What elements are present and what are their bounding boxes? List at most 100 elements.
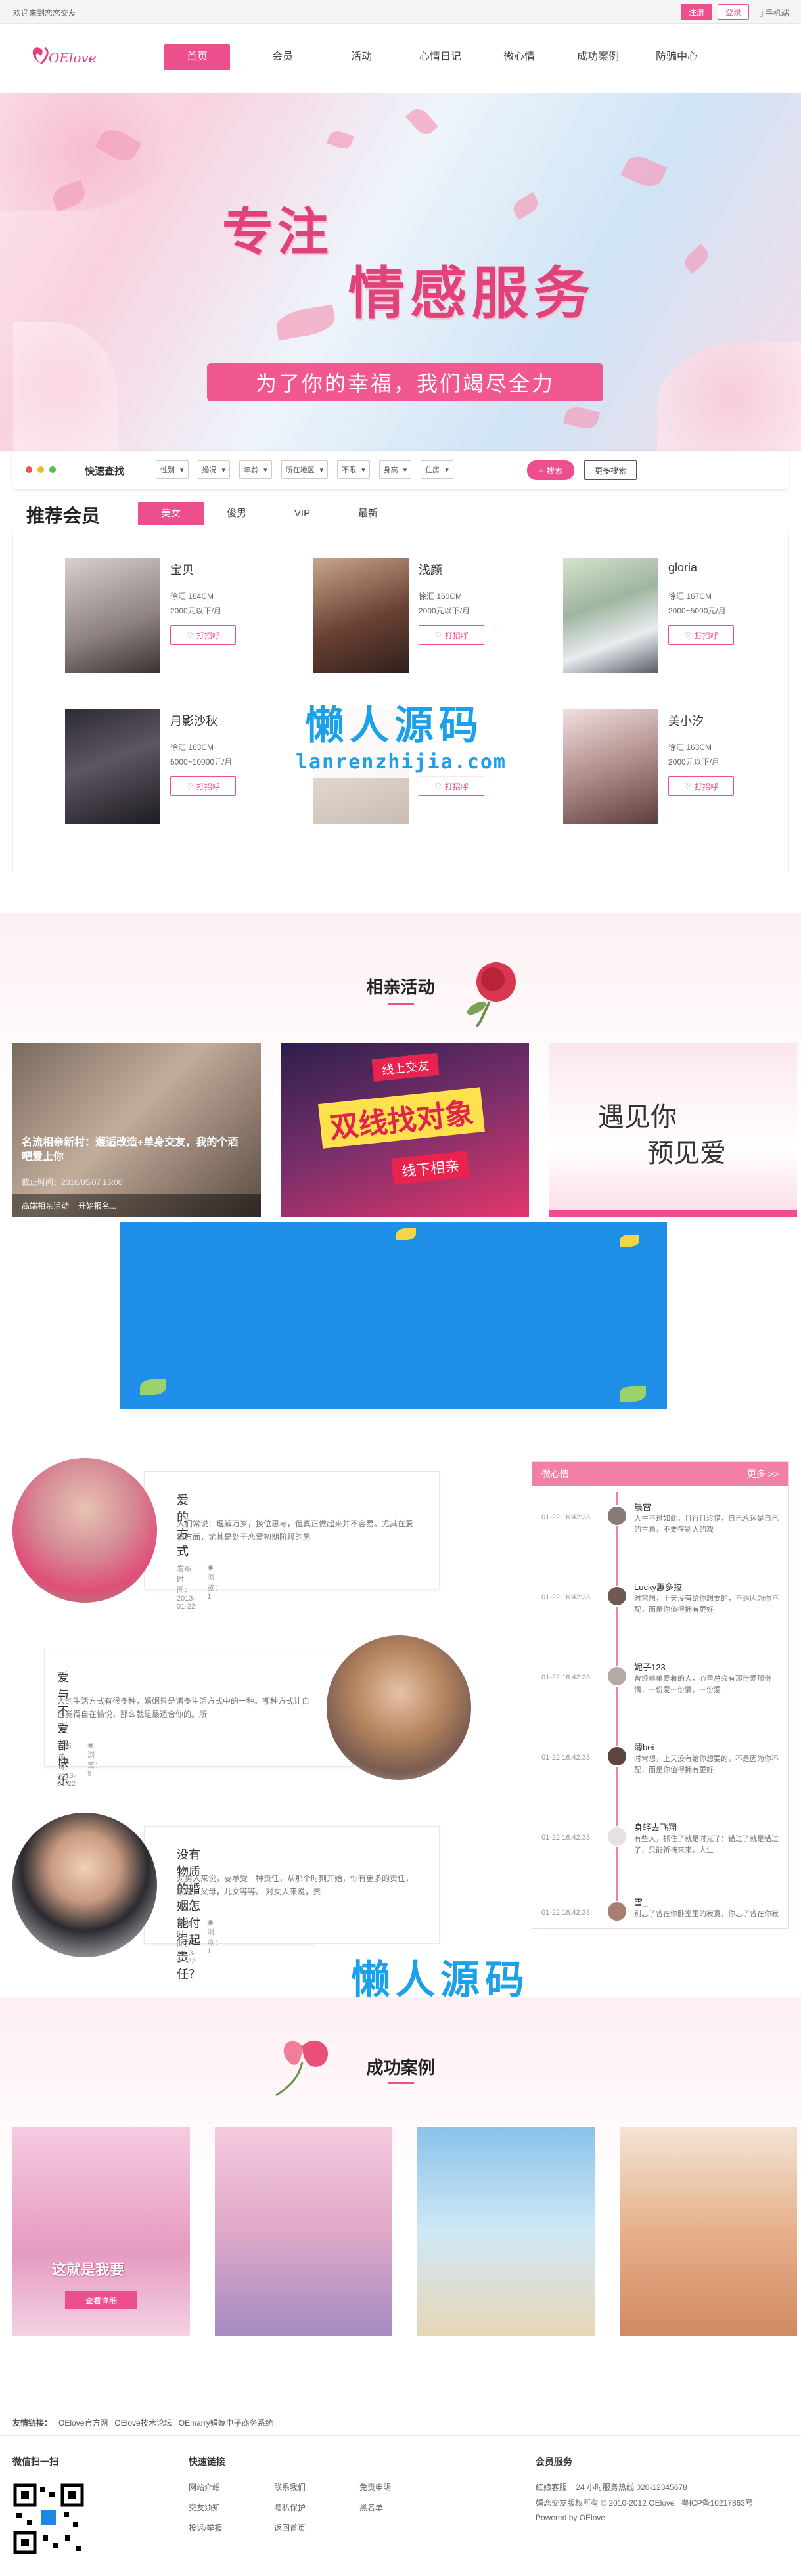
friend-link[interactable]: OElove官方网 xyxy=(58,2417,108,2428)
tab-handsome[interactable]: 俊男 xyxy=(204,502,269,525)
nav-cases[interactable]: 成功案例 xyxy=(559,44,637,70)
eye-icon: ◉ xyxy=(207,1564,214,1572)
activity-cards: 名流相亲新村：邂逅改造+单身交友，我的个酒吧爱上你 截止时间：2018/05/0… xyxy=(12,1043,797,1217)
friend-link[interactable]: OEmarry婚嫁电子商务系统 xyxy=(179,2417,273,2428)
service-hotline: 红娘客服 24 小时服务热线 020-12345678 xyxy=(536,2483,687,2492)
ad-banner[interactable] xyxy=(120,1222,667,1409)
case-card[interactable] xyxy=(417,2127,595,2336)
member-photo[interactable] xyxy=(563,709,658,824)
powered-by: Powered by OElove xyxy=(536,2513,606,2522)
gender-select[interactable]: 性别 ▾ xyxy=(156,460,189,479)
activity-card[interactable]: 线上交友 双线找对象 线下相亲 xyxy=(281,1043,529,1217)
greet-button[interactable]: ♡ 打招呼 xyxy=(668,625,734,645)
member-photo[interactable] xyxy=(313,558,409,673)
story-avatar[interactable] xyxy=(12,1458,157,1603)
housing-select[interactable]: 住房 ▾ xyxy=(421,460,453,479)
mood-avatar xyxy=(606,1505,628,1526)
region-select[interactable]: 所在地区 ▾ xyxy=(281,460,329,479)
friend-links: 友情链接： OElove官方网 OElove技术论坛 OEmarry婚嫁电子商务… xyxy=(12,2417,273,2428)
member-info: 徐汇 164CM 2000元以下/月 xyxy=(170,592,222,615)
member-card: 月影沙秋 徐汇 163CM 5000~10000元/月 ♡ 打招呼 xyxy=(65,709,302,827)
footer-link[interactable]: 交友须知 xyxy=(189,2502,274,2513)
svg-text:OElove: OElove xyxy=(49,50,97,66)
footer-link[interactable]: 隐私保护 xyxy=(274,2502,359,2513)
footer-link[interactable]: 免责申明 xyxy=(359,2481,445,2493)
eye-icon: ◉ xyxy=(207,1919,214,1926)
chevron-down-icon: ▾ xyxy=(445,466,449,474)
nav-mood[interactable]: 微心情 xyxy=(480,44,559,70)
case-card[interactable] xyxy=(215,2127,392,2336)
mood-item[interactable]: 01-22 16:42:33 身轻去飞翔 有些人，抓住了就是时光了；错过了就是错… xyxy=(532,1821,788,1893)
mood-item[interactable]: 01-22 16:42:33 Lucky蕙多拉 时常想，上天没有给你想要的，不是… xyxy=(532,1580,788,1653)
greet-button[interactable]: ♡ 打招呼 xyxy=(419,776,484,796)
nav-members[interactable]: 会员 xyxy=(243,44,322,70)
cases-title: 成功案例 xyxy=(366,2058,435,2077)
member-photo[interactable] xyxy=(65,558,160,673)
marital-select[interactable]: 婚况 ▾ xyxy=(197,460,231,479)
nav-home[interactable]: 首页 xyxy=(164,44,230,70)
footer-link[interactable]: 返回首页 xyxy=(274,2522,359,2533)
story-body: 人的生活方式有很多种，婚姻只是诸多生活方式中的一种。哪种方式让自己觉得自在愉悦，… xyxy=(57,1697,310,1719)
title-underline xyxy=(388,1003,414,1005)
member-card: gloria 徐汇 167CM 2000~5000元/月 ♡ 打招呼 xyxy=(563,558,800,676)
mood-item[interactable]: 01-22 16:42:33 雪_ 别忘了曾在你卧室里的寂寞，你忘了曾在你寂寞的… xyxy=(532,1896,788,1928)
activity-card[interactable]: 遇见你 预见爱 xyxy=(549,1043,797,1217)
banner-subtitle: 为了你的幸福，我们竭尽全力 xyxy=(207,363,603,401)
case-card[interactable]: 这就是我要 查看详细 xyxy=(12,2127,190,2336)
greet-button[interactable]: ♡ 打招呼 xyxy=(170,625,236,645)
story-avatar[interactable] xyxy=(327,1635,471,1780)
chevron-down-icon: ▾ xyxy=(403,466,407,474)
member-card: 浅颜 徐汇 160CM 2000元以下/月 ♡ 打招呼 xyxy=(313,558,550,676)
mood-more-link[interactable]: 更多 >> xyxy=(747,1467,779,1480)
footer-link[interactable]: 黑名单 xyxy=(359,2502,445,2513)
quick-links-title: 快速链接 xyxy=(189,2456,225,2467)
tab-beauty[interactable]: 美女 xyxy=(138,502,204,525)
mood-panel: 微心情 更多 >> 01-22 16:42:33 晨雷 人生不过如此，且行且珍惜… xyxy=(532,1461,789,1929)
activity-card[interactable]: 名流相亲新村：邂逅改造+单身交友，我的个酒吧爱上你 截止时间：2018/05/0… xyxy=(12,1043,261,1217)
chevron-down-icon: ▾ xyxy=(319,466,324,474)
heart-icon: ♡ xyxy=(434,782,442,791)
nav-antifraud[interactable]: 防骗中心 xyxy=(637,44,716,70)
banner-title-line2: 情感服务 xyxy=(348,260,595,326)
greet-button[interactable]: ♡ 打招呼 xyxy=(170,776,236,796)
height-select[interactable]: 身高 ▾ xyxy=(378,460,412,479)
footer-link[interactable]: 投诉/举报 xyxy=(189,2522,274,2533)
footer-divider xyxy=(0,2435,801,2436)
footer-link[interactable]: 联系我们 xyxy=(274,2481,359,2493)
mood-item[interactable]: 01-22 16:42:33 晨雷 人生不过如此，且行且珍惜，自己永远是自己的主… xyxy=(532,1500,788,1572)
header: OElove 首页 会员 活动 心情日记 微心情 成功案例 防骗中心 xyxy=(0,24,801,93)
case-card[interactable] xyxy=(620,2127,797,2336)
subregion-select[interactable]: 不限 ▾ xyxy=(337,460,370,479)
member-info: 徐汇 167CM 2000~5000元/月 xyxy=(668,592,726,615)
mood-header: 微心情 更多 >> xyxy=(532,1462,788,1486)
member-name[interactable]: 美小汐 xyxy=(668,712,704,729)
greet-button[interactable]: ♡ 打招呼 xyxy=(668,776,734,796)
nav-diary[interactable]: 心情日记 xyxy=(401,44,480,70)
more-search-button[interactable]: 更多搜索 xyxy=(584,460,637,480)
site-logo[interactable]: OElove xyxy=(26,39,99,78)
case-detail-button[interactable]: 查看详细 xyxy=(65,2291,137,2309)
member-photo[interactable] xyxy=(563,558,658,673)
mobile-link[interactable]: ▯ 手机端 xyxy=(759,7,789,18)
chevron-down-icon: ▾ xyxy=(221,466,226,474)
member-name[interactable]: 月影沙秋 xyxy=(170,712,217,729)
register-button[interactable]: 注册 xyxy=(681,4,712,20)
member-photo[interactable] xyxy=(65,709,160,824)
mood-item[interactable]: 01-22 16:42:33 薄bei 时常想，上天没有给你想要的，不是因为你不… xyxy=(532,1741,788,1813)
tab-vip[interactable]: VIP xyxy=(269,502,335,525)
member-name[interactable]: 浅颜 xyxy=(419,561,442,578)
nav-activities[interactable]: 活动 xyxy=(322,44,401,70)
story-avatar[interactable] xyxy=(12,1813,157,1957)
login-button[interactable]: 登录 xyxy=(718,4,749,20)
activities-title: 相亲活动 xyxy=(366,977,435,997)
mood-item[interactable]: 01-22 16:42:33 妮子123 曾经单单爱着的人，心里总会有那份爱那份… xyxy=(532,1660,788,1733)
friend-link[interactable]: OElove技术论坛 xyxy=(114,2417,172,2428)
search-button[interactable]: ⌕ 搜索 xyxy=(527,460,574,480)
age-select[interactable]: 年龄 ▾ xyxy=(239,460,272,479)
tab-newest[interactable]: 最新 xyxy=(335,502,401,525)
member-name[interactable]: 宝贝 xyxy=(170,561,194,578)
footer-link[interactable]: 网站介绍 xyxy=(189,2481,274,2493)
greet-button[interactable]: ♡ 打招呼 xyxy=(419,625,484,645)
chevron-down-icon: ▾ xyxy=(263,466,267,474)
member-name[interactable]: gloria xyxy=(668,561,697,575)
